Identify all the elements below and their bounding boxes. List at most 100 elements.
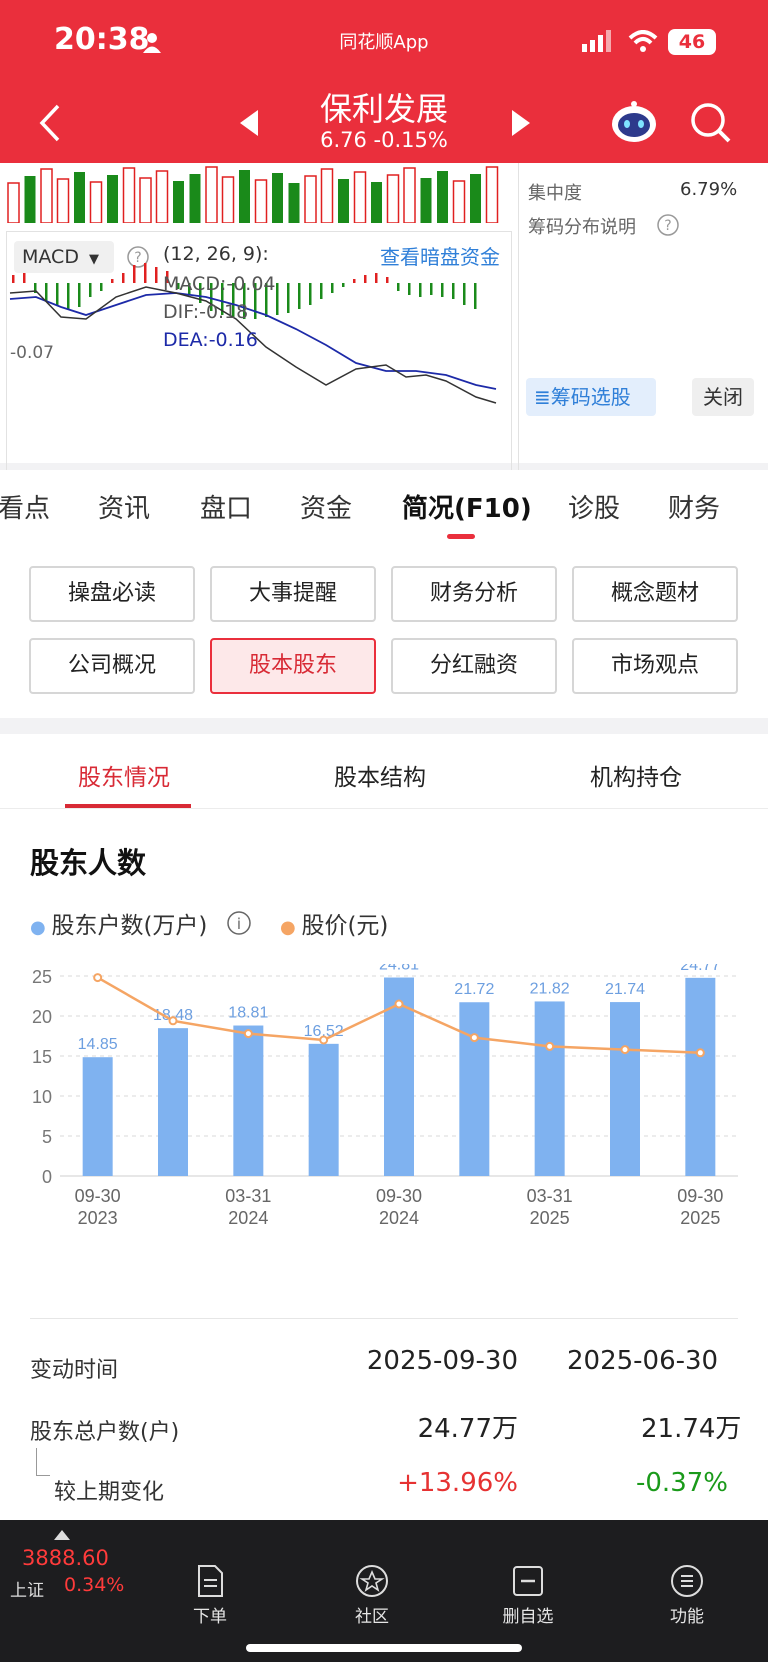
subtab-shareholders[interactable]: 股东情况	[78, 758, 170, 792]
shareholder-chart: 051015202514.8518.48 18.8116.5224.8121.72…	[32, 964, 738, 1228]
macd-histogram-bar	[474, 283, 477, 309]
volume-bar	[353, 171, 367, 223]
price-point	[620, 1045, 630, 1055]
macd-histogram-bar	[353, 279, 356, 283]
holder-bar	[158, 1028, 188, 1176]
chip-explain-link[interactable]: 筹码分布说明	[528, 213, 636, 239]
menu-icon	[671, 1565, 703, 1597]
volume-bar	[420, 178, 432, 223]
x-tick-label: 2023	[78, 1208, 118, 1228]
index-change: 0.34%	[64, 1574, 125, 1596]
bar-value-label: 21.72	[454, 981, 494, 998]
holder-bar	[233, 1025, 264, 1176]
price-point	[469, 1033, 479, 1043]
nav-remove-watchlist-label: 删自选	[502, 1607, 554, 1627]
next-stock-icon[interactable]	[510, 110, 532, 136]
tab-order-book[interactable]: 盘口	[200, 488, 252, 525]
macd-histogram-bar	[100, 283, 103, 291]
tab-highlights[interactable]: 看点	[0, 488, 50, 525]
holder-bar	[685, 977, 716, 1176]
remove-watchlist-icon	[513, 1566, 543, 1596]
f10-dividends[interactable]: 分红融资	[391, 638, 557, 694]
legend-holders: ● 股东户数(万户)	[30, 906, 207, 940]
x-tick-label: 2025	[530, 1208, 570, 1228]
nav-remove-watchlist[interactable]: 删自选	[473, 1564, 583, 1627]
macd-histogram-bar	[133, 265, 136, 283]
search-icon[interactable]	[690, 102, 732, 144]
f10-shareholders[interactable]: 股本股东	[210, 638, 376, 694]
volume-bar	[56, 178, 70, 223]
volume-bar	[452, 180, 466, 223]
index-value[interactable]: 3888.60	[22, 1546, 109, 1570]
robot-assistant-icon[interactable]	[610, 100, 658, 144]
nav-order[interactable]: 下单	[155, 1564, 265, 1627]
macd-value: MACD:-0.04	[163, 273, 276, 295]
price-point	[93, 973, 103, 983]
svg-text:?: ?	[664, 218, 671, 234]
bar-value-label: 18.81	[228, 1005, 268, 1022]
macd-histogram-bar	[287, 283, 290, 313]
macd-histogram-bar	[320, 283, 323, 299]
legend-dot-orange: ●	[280, 917, 302, 938]
x-tick-label: 09-30	[677, 1186, 723, 1206]
f10-events[interactable]: 大事提醒	[210, 566, 376, 622]
x-tick-label: 2024	[379, 1208, 419, 1228]
info-icon[interactable]: i	[226, 910, 252, 936]
tree-connector	[36, 1448, 50, 1476]
x-tick-label: 03-31	[527, 1186, 573, 1206]
close-button[interactable]: 关闭	[692, 378, 754, 416]
x-tick-label: 09-30	[376, 1186, 422, 1206]
macd-histogram-bar	[386, 277, 389, 283]
f10-company-profile[interactable]: 公司概况	[29, 638, 195, 694]
volume-bar	[107, 175, 118, 223]
macd-histogram-bar	[331, 283, 334, 293]
volume-bar	[7, 182, 20, 223]
subtab-institutions[interactable]: 机构持仓	[590, 758, 682, 792]
tab-funds[interactable]: 资金	[300, 488, 352, 525]
macd-histogram-bar	[56, 283, 59, 305]
subtab-share-structure[interactable]: 股本结构	[334, 758, 426, 792]
chip-select-button[interactable]: ≣筹码选股	[526, 378, 656, 416]
change-val-1: +13.96%	[397, 1468, 518, 1498]
nav-functions[interactable]: 功能	[632, 1564, 742, 1627]
holder-bar	[534, 1001, 565, 1176]
volume-bar	[239, 170, 250, 223]
macd-histogram-bar	[408, 283, 411, 295]
f10-financial-analysis[interactable]: 财务分析	[391, 566, 557, 622]
macd-axis-label: -0.07	[10, 343, 54, 363]
y-tick-label: 10	[32, 1087, 52, 1107]
tab-diagnosis[interactable]: 诊股	[568, 488, 620, 525]
help-icon[interactable]: ?	[656, 213, 680, 237]
volume-bar	[338, 179, 349, 223]
f10-concepts[interactable]: 概念题材	[572, 566, 738, 622]
tab-news[interactable]: 资讯	[98, 488, 150, 525]
legend-price: ● 股价(元)	[280, 906, 388, 940]
volume-bar	[320, 168, 334, 223]
macd-histogram-bar	[298, 283, 301, 309]
macd-histogram-bar	[23, 273, 26, 283]
volume-bar	[139, 177, 152, 223]
list-icon: ≣	[534, 385, 551, 409]
document-icon	[198, 1565, 223, 1597]
volume-bar	[205, 166, 218, 223]
y-tick-label: 20	[32, 1007, 52, 1027]
x-tick-label: 2025	[680, 1208, 720, 1228]
price-point	[695, 1048, 705, 1058]
concentration-value: 6.79%	[680, 179, 738, 200]
f10-trading-must-read[interactable]: 操盘必读	[29, 566, 195, 622]
legend-price-label: 股价(元)	[301, 913, 389, 939]
date-col-2: 2025-06-30	[567, 1346, 719, 1376]
total-holders-val-2: 21.74万	[641, 1414, 742, 1444]
macd-histogram-bar	[441, 283, 444, 297]
holder-bar	[82, 1057, 113, 1176]
nav-functions-label: 功能	[670, 1607, 704, 1627]
macd-histogram-bar	[276, 283, 279, 315]
app-header: 20:38 同花顺App 46 保利发展 6.76 -0.15%	[0, 0, 768, 163]
tab-financials[interactable]: 财务	[668, 488, 720, 525]
f10-market-views[interactable]: 市场观点	[572, 638, 738, 694]
volume-bar	[304, 175, 317, 223]
macd-histogram-bar	[397, 283, 400, 291]
legend-dot-blue: ●	[30, 917, 52, 938]
nav-community[interactable]: 社区	[317, 1564, 427, 1627]
tab-f10[interactable]: 简况(F10)	[402, 488, 532, 525]
